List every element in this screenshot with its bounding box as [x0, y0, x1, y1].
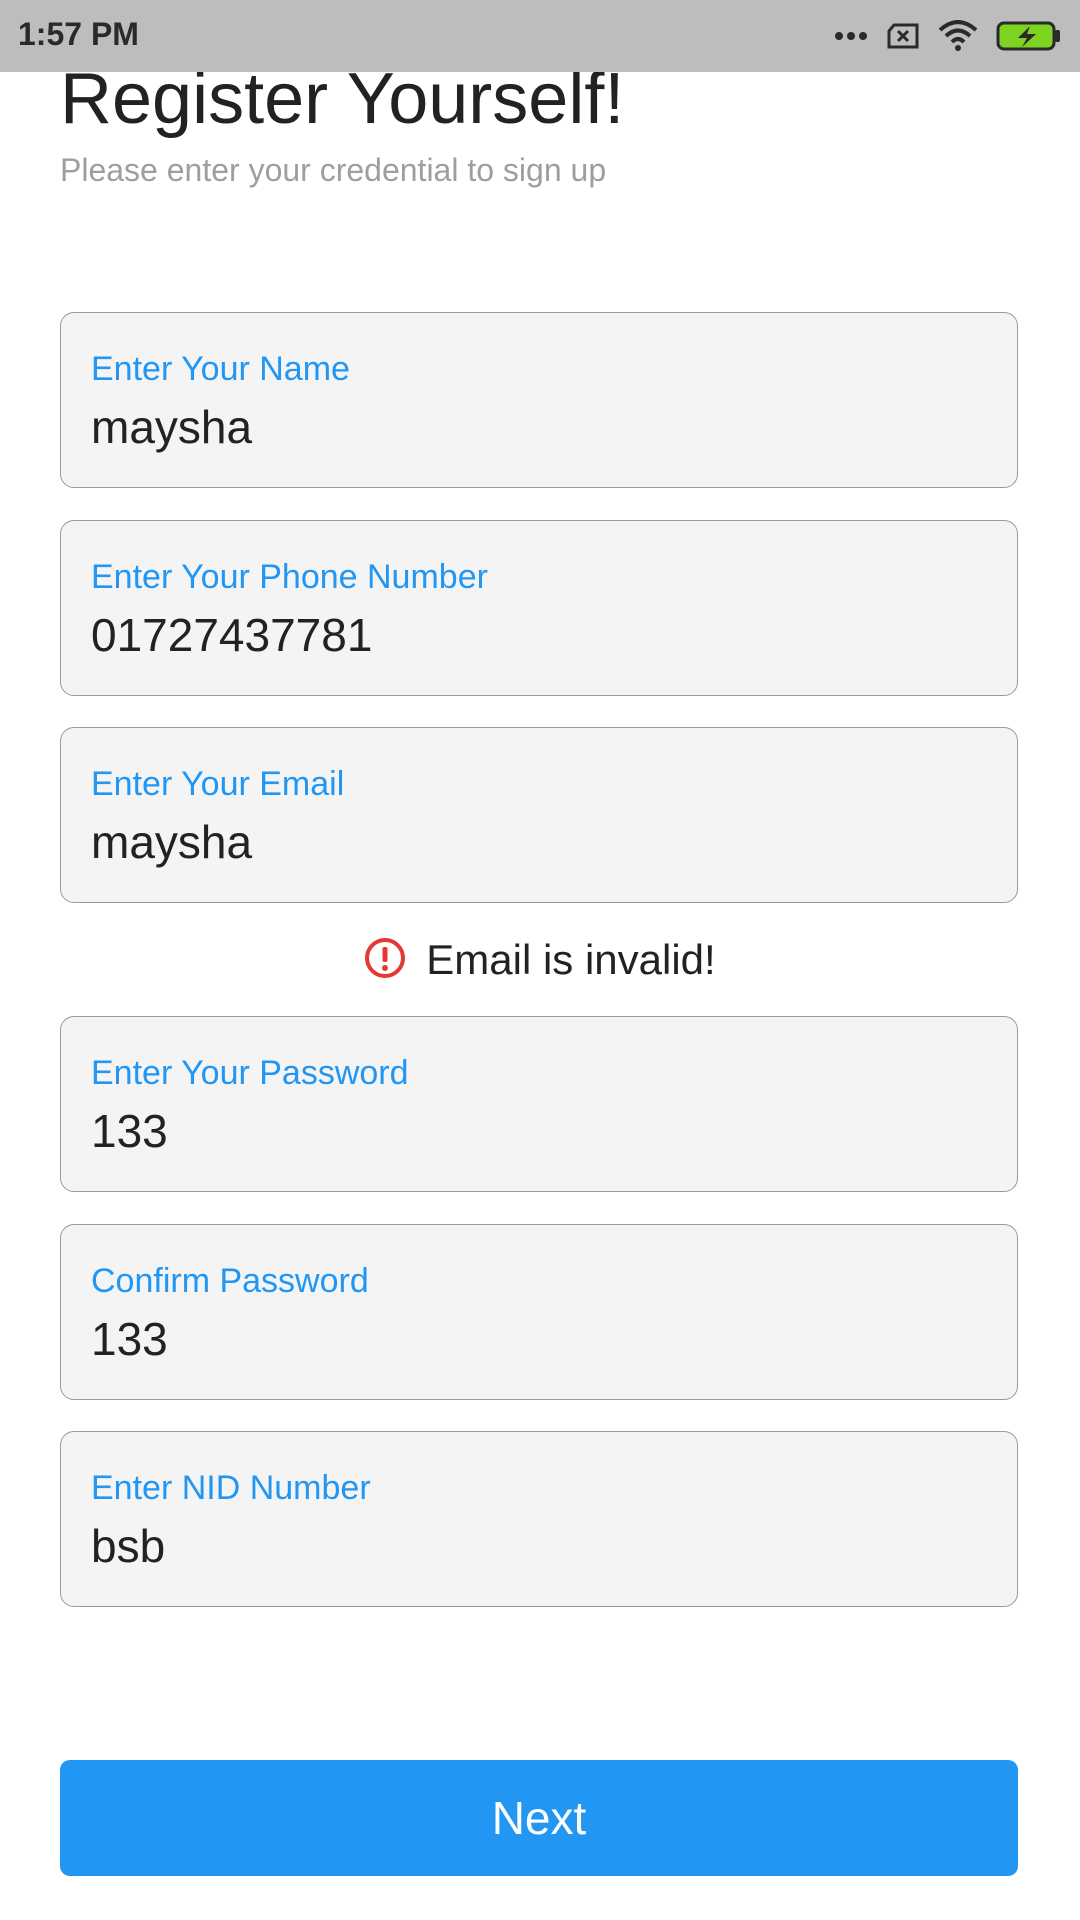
confirm-password-label: Confirm Password — [91, 1262, 369, 1300]
password-label: Enter Your Password — [91, 1054, 409, 1092]
name-label: Enter Your Name — [91, 350, 350, 388]
nid-input[interactable]: bsb — [91, 1518, 165, 1574]
more-dots-icon — [834, 31, 868, 41]
email-input[interactable]: maysha — [91, 814, 252, 870]
email-error-text: Email is invalid! — [426, 936, 716, 983]
phone-input[interactable]: 01727437781 — [91, 607, 372, 663]
error-circle-icon — [364, 937, 406, 984]
battery-charging-icon — [996, 21, 1062, 51]
register-screen: Register Yourself! Please enter your cre… — [0, 0, 1080, 1920]
password-field[interactable]: Enter Your Password 133 — [60, 1016, 1018, 1192]
page-subtitle: Please enter your credential to sign up — [60, 152, 607, 188]
email-field[interactable]: Enter Your Email maysha — [60, 727, 1018, 903]
password-input[interactable]: 133 — [91, 1103, 168, 1159]
email-label: Enter Your Email — [91, 765, 345, 803]
status-icons — [834, 18, 1062, 54]
nid-label: Enter NID Number — [91, 1469, 371, 1507]
name-input[interactable]: maysha — [91, 399, 252, 455]
email-error-message: Email is invalid! — [0, 935, 1080, 985]
confirm-password-field[interactable]: Confirm Password 133 — [60, 1224, 1018, 1400]
phone-label: Enter Your Phone Number — [91, 558, 488, 596]
wifi-icon — [938, 20, 978, 52]
nid-field[interactable]: Enter NID Number bsb — [60, 1431, 1018, 1607]
name-field[interactable]: Enter Your Name maysha — [60, 312, 1018, 488]
confirm-password-input[interactable]: 133 — [91, 1311, 168, 1367]
phone-field[interactable]: Enter Your Phone Number 01727437781 — [60, 520, 1018, 696]
status-time: 1:57 PM — [18, 16, 139, 52]
status-bar: 1:57 PM — [0, 0, 1080, 72]
next-button[interactable]: Next — [60, 1760, 1018, 1876]
sim-x-icon — [886, 23, 920, 49]
